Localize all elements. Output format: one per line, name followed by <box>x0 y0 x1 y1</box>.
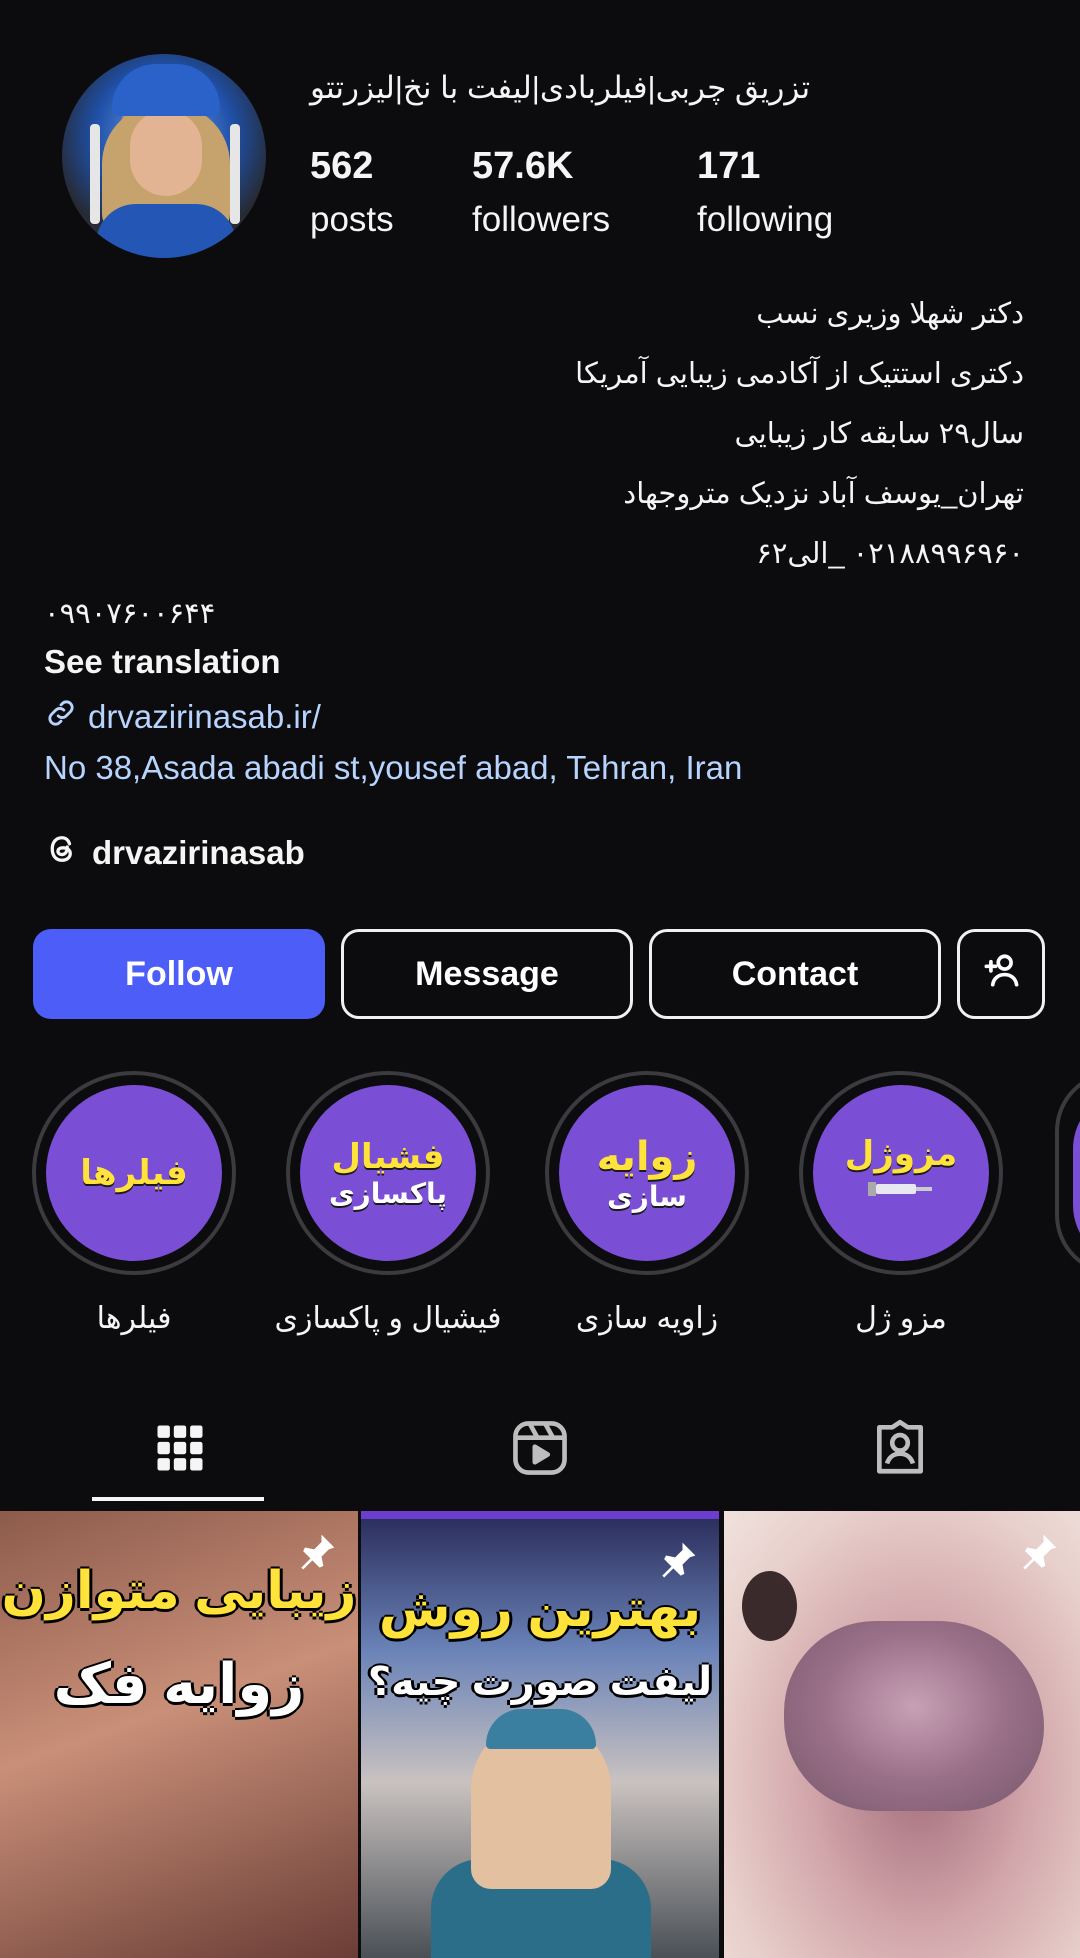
following-count[interactable]: 171 following <box>697 145 833 240</box>
suggested-users-button[interactable] <box>957 929 1045 1019</box>
website-link[interactable]: drvazirinasab.ir/ <box>44 696 321 738</box>
threads-icon <box>44 831 80 875</box>
highlight-cover-text: مزوژل <box>844 1134 958 1173</box>
story-highlight-partial[interactable] <box>1055 1071 1080 1275</box>
highlight-cover-subtext: پاکسازی <box>328 1177 448 1209</box>
avatar-tool <box>90 124 100 224</box>
highlight-cover: زوایه سازی <box>559 1085 735 1261</box>
bio-line: ۰۲۱۸۸۹۹۶۹۶۰ _الی۶۲ <box>756 538 1024 570</box>
posts-count[interactable]: 562 posts <box>310 145 394 240</box>
address-text[interactable]: No 38,Asada abadi st,yousef abad, Tehran… <box>44 749 742 787</box>
highlight-label: فیشیال و پاکسازی <box>274 1302 502 1335</box>
bio: دکتر شهلا وزیری نسب دکتری استتیک از آکاد… <box>44 284 1024 644</box>
highlight-cover: فشیال پاکسازی <box>300 1085 476 1261</box>
see-translation-link[interactable]: See translation <box>44 643 281 681</box>
tab-reels[interactable] <box>360 1400 720 1500</box>
highlight-label: زاویه سازی <box>575 1302 719 1335</box>
threads-badge[interactable]: drvazirinasab <box>44 831 305 875</box>
highlight-label: فیلرها <box>96 1302 172 1335</box>
contact-button[interactable]: Contact <box>649 929 941 1019</box>
highlight-cover-subtext: سازی <box>607 1180 687 1212</box>
pin-icon <box>294 1531 338 1580</box>
grid-icon <box>153 1421 207 1480</box>
reels-icon <box>509 1417 571 1484</box>
followers-label: followers <box>472 200 611 239</box>
highlight-cover-text: فیلرها <box>80 1154 188 1192</box>
story-highlight[interactable]: زوایه سازی زاویه سازی <box>527 1071 767 1336</box>
posts-label: posts <box>310 200 394 239</box>
highlight-cover-text: زوایه <box>596 1134 698 1179</box>
highlight-ring: فشیال پاکسازی <box>286 1071 490 1275</box>
post-subtitle: زوایه فک <box>53 1652 305 1715</box>
profile-avatar[interactable] <box>62 54 266 258</box>
pin-icon <box>1016 1531 1060 1580</box>
followers-value: 57.6K <box>472 145 574 187</box>
follow-button[interactable]: Follow <box>33 929 325 1019</box>
highlight-label: مزو ژل <box>855 1302 947 1335</box>
highlight-ring: زوایه سازی <box>545 1071 749 1275</box>
avatar-face <box>130 110 202 196</box>
followers-count[interactable]: 57.6K followers <box>472 145 610 240</box>
tagged-icon <box>869 1417 931 1484</box>
following-label: following <box>697 200 834 239</box>
post-person-hat <box>486 1709 596 1749</box>
add-user-icon <box>979 948 1023 1001</box>
link-icon <box>44 696 78 738</box>
story-highlight[interactable]: فشیال پاکسازی فیشیال و پاکسازی <box>268 1071 508 1336</box>
post-image-lips <box>784 1621 1044 1811</box>
post-thumbnail[interactable]: زیبایی متوازن زوایه فک <box>0 1511 358 1958</box>
message-button[interactable]: Message <box>341 929 633 1019</box>
bio-line: سال۲۹ سابقه کار زیبایی <box>734 418 1024 450</box>
tab-posts-grid[interactable] <box>0 1400 360 1500</box>
avatar-tool <box>230 124 240 224</box>
post-thumbnail[interactable]: بهترین روش لیفت صورت چیه؟ <box>361 1511 719 1958</box>
threads-handle: drvazirinasab <box>92 834 305 871</box>
active-tab-indicator <box>92 1497 264 1501</box>
syringe-icon <box>866 1174 936 1213</box>
profile-category-text: تزریق چربی|فیلربادی|لیفت با نخ|لیزرتتو <box>310 70 811 105</box>
pin-icon <box>655 1539 699 1588</box>
post-title: بهترین روش <box>378 1580 702 1638</box>
website-url: drvazirinasab.ir/ <box>88 698 321 735</box>
highlight-cover: فیلرها <box>46 1085 222 1261</box>
bio-line: دکتر شهلا وزیری نسب <box>756 298 1024 330</box>
highlight-ring: مزوژل <box>799 1071 1003 1275</box>
story-highlight[interactable]: فیلرها فیلرها <box>14 1071 254 1336</box>
avatar-hat <box>112 64 220 116</box>
bio-line: ۰۹۹۰۷۶۰۰۶۴۴ <box>44 598 216 630</box>
bio-line: تهران_یوسف آباد نزدیک متروجهاد <box>623 478 1024 510</box>
avatar-body <box>96 204 236 258</box>
highlight-cover: مزوژل <box>813 1085 989 1261</box>
story-highlight[interactable]: مزوژل مزو ژل <box>781 1071 1021 1336</box>
following-value: 171 <box>697 145 761 187</box>
tab-tagged[interactable] <box>720 1400 1080 1500</box>
post-subtitle: لیفت صورت چیه؟ <box>367 1660 713 1704</box>
bio-line: دکتری استتیک از آکادمی زیبایی آمریکا <box>575 358 1024 390</box>
post-thumbnail[interactable] <box>724 1511 1080 1958</box>
highlight-ring: فیلرها <box>32 1071 236 1275</box>
posts-value: 562 <box>310 145 374 187</box>
highlight-cover-text: فشیال <box>331 1137 445 1176</box>
post-image-detail <box>742 1571 797 1641</box>
